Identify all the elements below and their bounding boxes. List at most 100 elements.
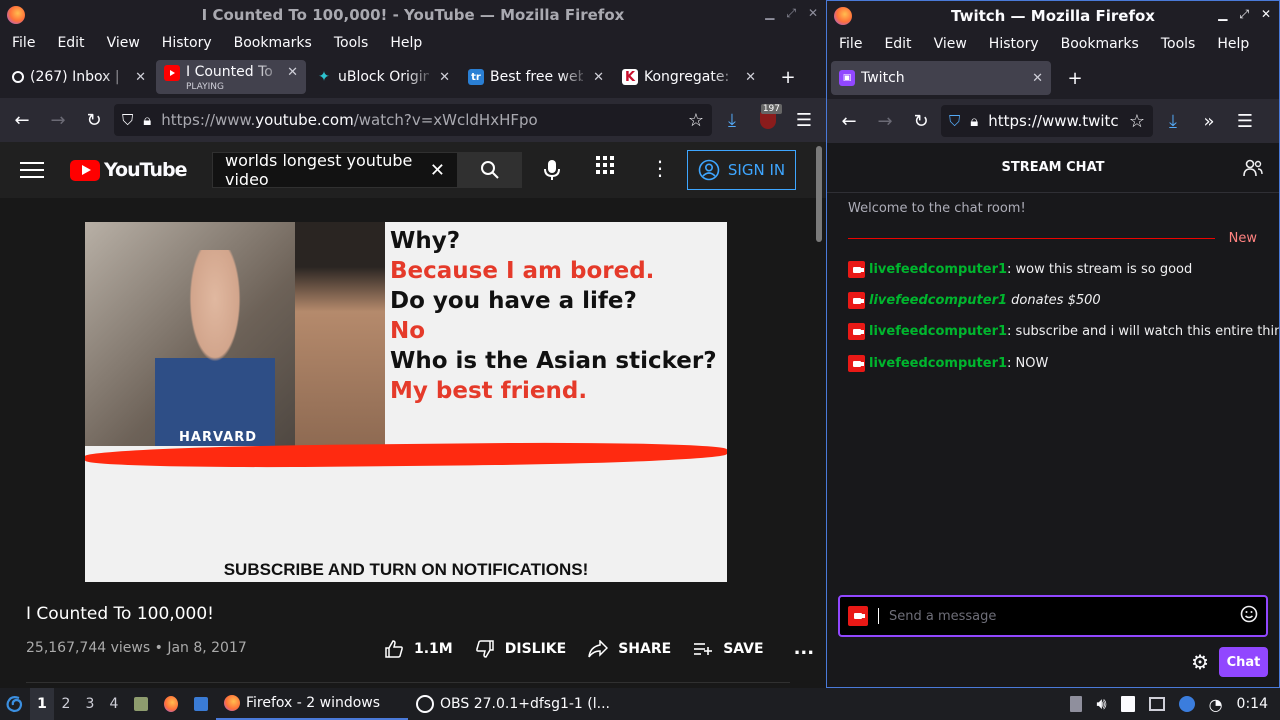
menu-history[interactable]: History xyxy=(154,35,220,51)
broadcaster-badge-icon[interactable] xyxy=(848,323,865,340)
file-manager-launcher-icon[interactable] xyxy=(126,688,156,720)
close-icon[interactable]: ✕ xyxy=(1261,7,1271,22)
broadcaster-badge-icon[interactable] xyxy=(848,292,865,309)
broadcaster-badge-icon[interactable] xyxy=(848,606,868,626)
maximize-icon[interactable]: ⤢ xyxy=(1239,7,1249,22)
titlebar[interactable]: I Counted To 100,000! - YouTube — Mozill… xyxy=(0,0,826,30)
chat-username[interactable]: livefeedcomputer1 xyxy=(869,356,1007,371)
settings-more-icon[interactable]: ⋮ xyxy=(650,156,670,180)
ublock-extension-icon[interactable]: 197 xyxy=(752,104,784,136)
minimize-icon[interactable]: ▁ xyxy=(1218,7,1227,22)
tracking-shield-icon[interactable]: ⛉ xyxy=(122,111,133,129)
url-bar[interactable]: ⛉ 🔒︎ https://www.youtube.com/watch?v=xWc… xyxy=(114,104,712,136)
menu-edit[interactable]: Edit xyxy=(49,35,92,51)
menu-view[interactable]: View xyxy=(99,35,148,51)
taskbar-obs[interactable]: OBS 27.0.1+dfsg1-1 (l... xyxy=(408,688,618,720)
scrollbar[interactable] xyxy=(816,146,822,242)
dislike-button[interactable]: DISLIKE xyxy=(475,639,566,659)
menu-tools[interactable]: Tools xyxy=(1153,36,1204,52)
share-button[interactable]: SHARE xyxy=(588,639,671,658)
update-notifier-icon[interactable] xyxy=(1178,696,1195,712)
clear-search-icon[interactable]: ✕ xyxy=(430,160,445,181)
tab-ublock[interactable]: ✦ uBlock Origin - ✕ xyxy=(308,60,458,94)
like-button[interactable]: 1.1M xyxy=(384,639,453,659)
firefox-launcher-icon[interactable] xyxy=(156,688,186,720)
broadcaster-badge-icon[interactable] xyxy=(848,261,865,278)
desktop-launcher-icon[interactable] xyxy=(186,688,216,720)
downloads-icon[interactable]: ⤓ xyxy=(716,104,748,136)
lock-icon[interactable]: 🔒︎ xyxy=(143,111,151,129)
bookmark-star-icon[interactable]: ☆ xyxy=(688,110,704,131)
chat-username[interactable]: livefeedcomputer1 xyxy=(869,262,1007,277)
workspace-4[interactable]: 4 xyxy=(102,688,126,720)
sign-in-button[interactable]: SIGN IN xyxy=(687,150,796,190)
url-bar[interactable]: ⛉ 🔒︎ https://www.twitc ☆ xyxy=(941,105,1153,137)
maximize-icon[interactable]: ⤢ xyxy=(786,6,796,21)
close-tab-icon[interactable]: ✕ xyxy=(745,70,756,85)
back-icon[interactable]: ← xyxy=(833,105,865,137)
workspace-3[interactable]: 3 xyxy=(78,688,102,720)
app-menu-icon[interactable]: ☰ xyxy=(1229,105,1261,137)
tab-best-free-web[interactable]: tr Best free web ✕ xyxy=(460,60,612,94)
menu-edit[interactable]: Edit xyxy=(876,36,919,52)
more-actions-icon[interactable]: ... xyxy=(794,638,815,659)
bookmark-star-icon[interactable]: ☆ xyxy=(1129,111,1145,132)
guide-menu-icon[interactable] xyxy=(20,162,44,178)
tab-kongregate[interactable]: K Kongregate: Pl ✕ xyxy=(614,60,764,94)
close-tab-icon[interactable]: ✕ xyxy=(287,65,298,80)
clipboard-icon[interactable] xyxy=(1070,696,1083,712)
forward-icon[interactable]: → xyxy=(42,104,74,136)
new-tab-icon[interactable]: + xyxy=(1059,62,1091,94)
clock[interactable]: 0:14 xyxy=(1237,696,1268,712)
menu-file[interactable]: File xyxy=(831,36,870,52)
menu-file[interactable]: File xyxy=(4,35,43,51)
notes-icon[interactable] xyxy=(1120,696,1135,712)
reload-icon[interactable]: ↻ xyxy=(905,105,937,137)
menu-tools[interactable]: Tools xyxy=(326,35,377,51)
chat-settings-gear-icon[interactable]: ⚙ xyxy=(1191,650,1209,674)
close-tab-icon[interactable]: ✕ xyxy=(135,70,146,85)
chat-username[interactable]: livefeedcomputer1 xyxy=(869,324,1007,339)
community-users-icon[interactable] xyxy=(1243,159,1263,181)
tab-youtube[interactable]: I Counted To 1 PLAYING ✕ xyxy=(156,60,306,94)
titlebar[interactable]: Twitch — Mozilla Firefox ▁ ⤢ ✕ xyxy=(827,1,1279,31)
minimize-icon[interactable]: ▁ xyxy=(765,6,774,21)
back-icon[interactable]: ← xyxy=(6,104,38,136)
close-tab-icon[interactable]: ✕ xyxy=(439,70,450,85)
voice-search-button[interactable] xyxy=(534,152,570,188)
forward-icon[interactable]: → xyxy=(869,105,901,137)
overflow-chevron-icon[interactable]: » xyxy=(1193,105,1225,137)
search-button[interactable] xyxy=(458,152,522,188)
lock-icon[interactable]: 🔒︎ xyxy=(970,112,978,130)
tracking-shield-icon[interactable]: ⛉ xyxy=(949,112,960,130)
video-player[interactable]: HARVARD Why? Because I am bored. Do you … xyxy=(85,222,727,582)
menu-view[interactable]: View xyxy=(926,36,975,52)
tab-twitch[interactable]: ▣ Twitch ✕ xyxy=(831,61,1051,95)
search-input[interactable]: worlds longest youtube video ✕ xyxy=(212,151,458,189)
close-tab-icon[interactable]: ✕ xyxy=(1032,71,1043,86)
app-menu-icon[interactable]: ☰ xyxy=(788,104,820,136)
broadcaster-badge-icon[interactable] xyxy=(848,355,865,372)
taskbar-firefox[interactable]: Firefox - 2 windows xyxy=(216,688,408,720)
chat-username[interactable]: livefeedcomputer1 xyxy=(869,293,1007,308)
menu-history[interactable]: History xyxy=(981,36,1047,52)
apps-grid-icon[interactable] xyxy=(596,156,614,178)
volume-icon[interactable]: 🔊︎ xyxy=(1096,694,1106,714)
emote-picker-icon[interactable] xyxy=(1240,605,1258,627)
close-icon[interactable]: ✕ xyxy=(808,6,818,21)
network-icon[interactable] xyxy=(1148,697,1165,711)
menu-help[interactable]: Help xyxy=(1209,36,1257,52)
workspace-1[interactable]: 1 xyxy=(30,688,54,720)
downloads-icon[interactable]: ⤓ xyxy=(1157,105,1189,137)
tab-inbox[interactable]: (267) Inbox | u ✕ xyxy=(4,60,154,94)
menu-bookmarks[interactable]: Bookmarks xyxy=(1053,36,1147,52)
close-tab-icon[interactable]: ✕ xyxy=(593,70,604,85)
idle-clock-icon[interactable]: ◔ xyxy=(1209,695,1223,714)
reload-icon[interactable]: ↻ xyxy=(78,104,110,136)
chat-input[interactable]: Send a message xyxy=(838,595,1268,637)
save-button[interactable]: SAVE xyxy=(693,641,764,657)
start-menu-button[interactable] xyxy=(0,688,30,720)
youtube-logo[interactable]: YouTube xyxy=(70,159,187,181)
menu-help[interactable]: Help xyxy=(382,35,430,51)
menu-bookmarks[interactable]: Bookmarks xyxy=(226,35,320,51)
